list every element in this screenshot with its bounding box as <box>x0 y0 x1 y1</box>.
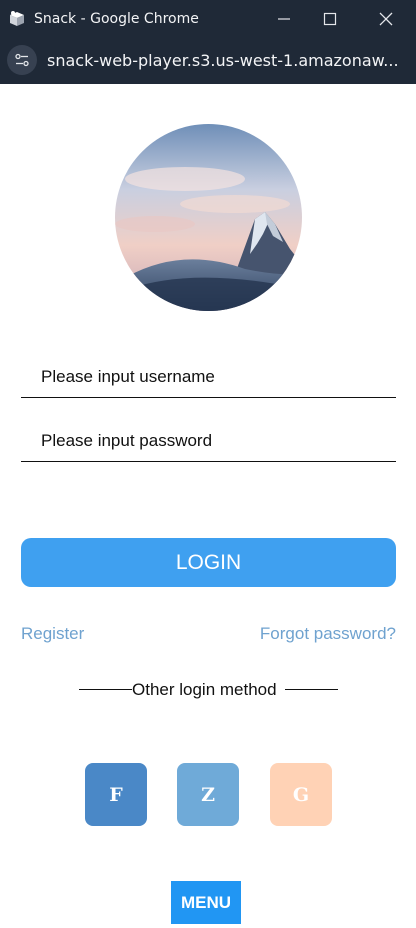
divider-right <box>285 689 338 690</box>
minimize-button[interactable] <box>260 0 308 38</box>
address-bar: snack-web-player.s3.us-west-1.amazonaw..… <box>0 38 416 82</box>
password-input[interactable] <box>21 421 396 461</box>
username-input[interactable] <box>21 357 396 397</box>
window-title: Snack - Google Chrome <box>34 11 199 27</box>
other-login-label: Other login method <box>132 680 277 699</box>
divider-left <box>79 689 132 690</box>
minimize-icon <box>278 18 290 20</box>
login-z-button[interactable]: Z <box>177 763 239 826</box>
close-button[interactable] <box>362 0 410 38</box>
url-text[interactable]: snack-web-player.s3.us-west-1.amazonaw..… <box>47 51 399 70</box>
close-icon <box>379 12 393 26</box>
snack-app-icon <box>7 9 27 29</box>
menu-button[interactable]: MENU <box>171 881 241 924</box>
register-link[interactable]: Register <box>21 624 84 644</box>
password-field <box>21 421 396 462</box>
login-button[interactable]: LOGIN <box>21 538 396 587</box>
mountain-photo-icon <box>115 124 302 311</box>
app-content: LOGIN Register Forgot password? Other lo… <box>0 84 416 928</box>
site-settings-button[interactable] <box>7 45 37 75</box>
login-f-button[interactable]: F <box>85 763 147 826</box>
maximize-button[interactable] <box>306 0 354 38</box>
window-titlebar: Snack - Google Chrome <box>0 0 416 38</box>
tune-icon <box>15 53 29 67</box>
username-field <box>21 357 396 398</box>
forgot-password-link[interactable]: Forgot password? <box>260 624 396 644</box>
login-g-button[interactable]: G <box>270 763 332 826</box>
maximize-icon <box>323 12 337 26</box>
avatar <box>115 124 302 311</box>
